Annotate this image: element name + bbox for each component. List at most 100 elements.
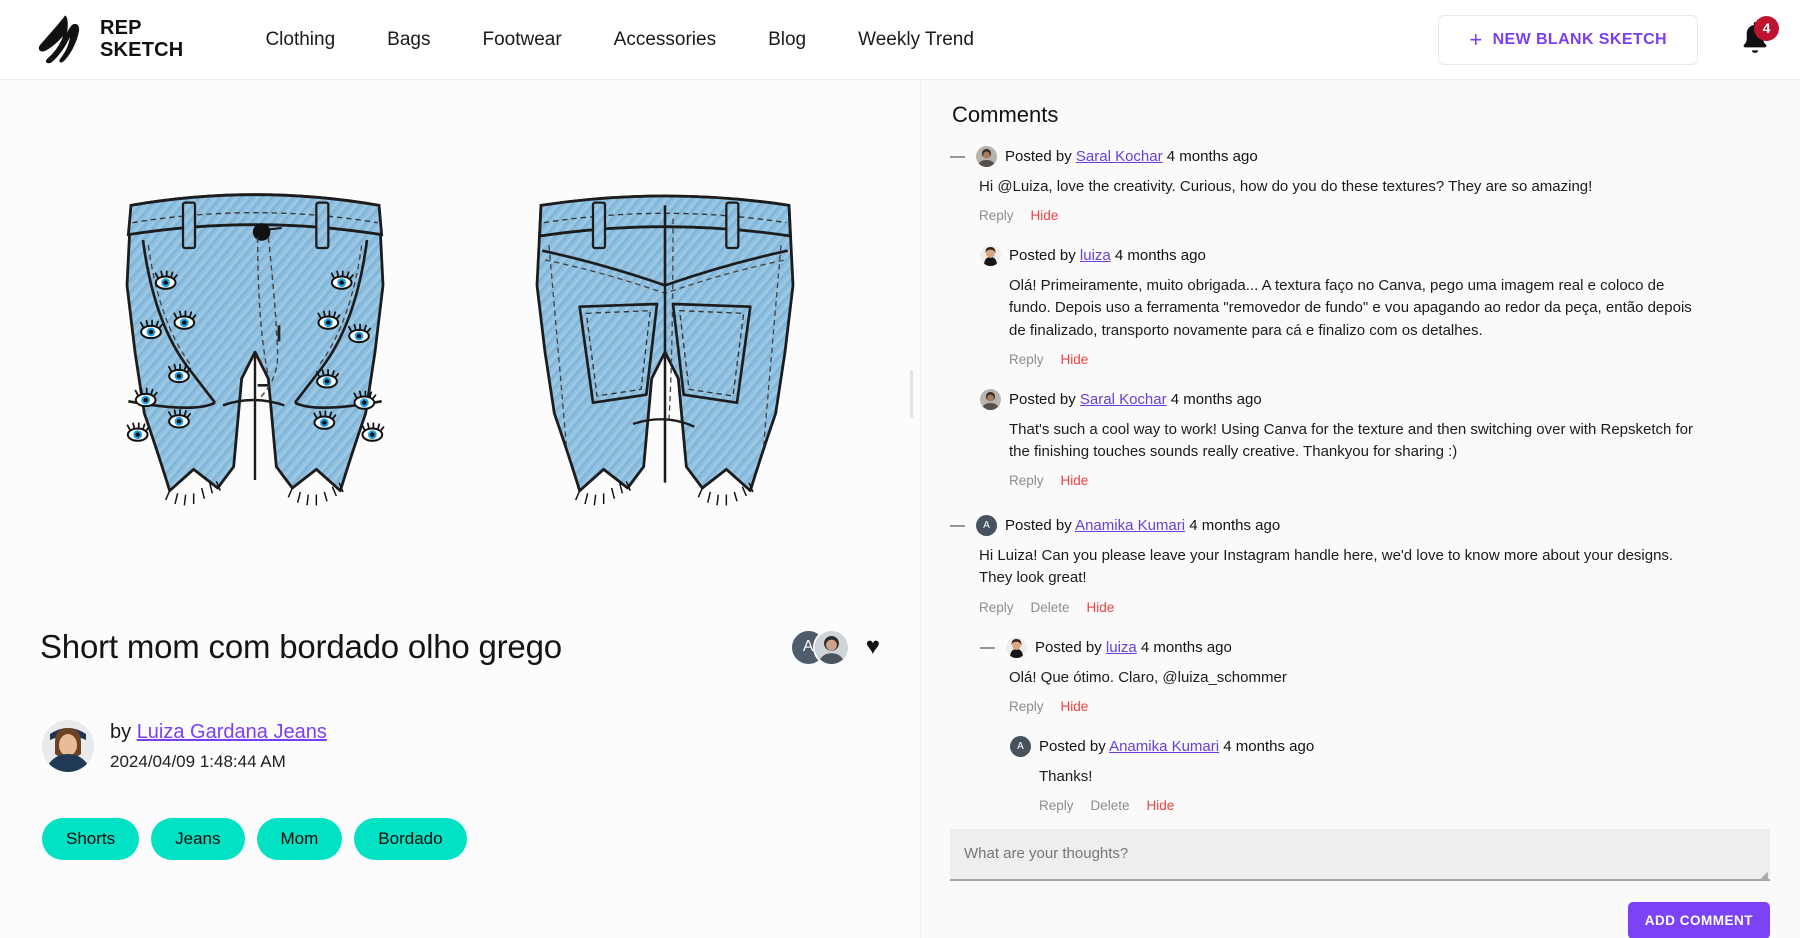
collapse-toggle-icon[interactable]: —	[950, 518, 966, 533]
top-header: REP SKETCH Clothing Bags Footwear Access…	[0, 0, 1800, 80]
comment-meta: Posted by Saral Kochar 4 months ago	[1005, 148, 1258, 165]
new-blank-sketch-button[interactable]: + NEW BLANK SKETCH	[1438, 14, 1698, 65]
scroll-indicator[interactable]	[910, 370, 913, 418]
posted-by-label: Posted by	[1005, 148, 1072, 165]
hide-action[interactable]: Hide	[1061, 699, 1089, 714]
comment-header: — A Posted by Anamika Kumari 4 months ag…	[950, 515, 1770, 537]
tag-shorts[interactable]: Shorts	[42, 818, 140, 860]
add-comment-button[interactable]: ADD COMMENT	[1627, 901, 1770, 938]
comment-header: Posted by Saral Kochar 4 months ago	[980, 388, 1770, 410]
comment-actions: Reply Hide	[1009, 352, 1770, 367]
comments-heading: Comments	[952, 102, 1059, 127]
reply-action[interactable]: Reply	[1009, 699, 1044, 714]
comment-time: 4 months ago	[1140, 638, 1232, 656]
nav-item-weekly-trend[interactable]: Weekly Trend	[832, 21, 1000, 59]
author-info: by Luiza Gardana Jeans 2024/04/09 1:48:4…	[110, 721, 327, 772]
tag-list: Shorts Jeans Mom Bordado	[0, 818, 920, 860]
comment-time: 4 months ago	[1166, 148, 1258, 165]
commenter-avatar	[980, 388, 1001, 410]
comment-input[interactable]	[950, 828, 1770, 881]
sketch-title-row: Short mom com bordado olho grego A ♥	[0, 628, 920, 666]
commenter-avatar	[1006, 636, 1027, 658]
title-actions: A ♥	[789, 628, 880, 666]
nav-item-clothing[interactable]: Clothing	[239, 21, 361, 59]
comment-item: Posted by Saral Kochar 4 months ago That…	[980, 388, 1770, 488]
commenter-name-link[interactable]: Anamika Kumari	[1109, 738, 1219, 755]
new-blank-sketch-label: NEW BLANK SKETCH	[1492, 30, 1667, 48]
comment-text: Hi Luiza! Can you please leave your Inst…	[979, 547, 1674, 587]
by-label: by	[110, 720, 132, 743]
comment-item: — Posted by luiza 4 months ago Olá! Que …	[980, 636, 1770, 813]
collapse-toggle-icon[interactable]: —	[980, 640, 996, 655]
comment-text: That's such a cool way to work! Using Ca…	[1009, 420, 1694, 460]
brand-logo[interactable]: REP SKETCH	[34, 15, 183, 65]
author-name-link[interactable]: Luiza Gardana Jeans	[137, 721, 327, 743]
sketch-preview[interactable]	[0, 80, 920, 620]
notifications-button[interactable]: 4	[1738, 15, 1779, 58]
resize-grip-icon[interactable]: ◢	[1760, 870, 1768, 881]
commenter-avatar	[980, 245, 1001, 267]
reply-action[interactable]: Reply	[1009, 473, 1044, 488]
nav-item-blog[interactable]: Blog	[742, 21, 832, 59]
notification-badge: 4	[1754, 15, 1779, 41]
comment-time: 4 months ago	[1170, 390, 1262, 408]
author-byline: by Luiza Gardana Jeans	[110, 721, 327, 744]
pane-divider	[920, 80, 921, 938]
comment-header: — Posted by Saral Kochar 4 months ago	[950, 146, 1770, 167]
reply-action[interactable]: Reply	[979, 600, 1014, 615]
commenter-name-link[interactable]: Saral Kochar	[1076, 148, 1163, 165]
commenter-name-link[interactable]: Anamika Kumari	[1075, 517, 1185, 534]
reply-action[interactable]: Reply	[979, 208, 1014, 223]
posted-by-label: Posted by	[1039, 737, 1106, 755]
nav-item-accessories[interactable]: Accessories	[588, 21, 742, 59]
tag-jeans[interactable]: Jeans	[151, 818, 245, 860]
sketch-back-view-image	[535, 194, 795, 506]
main-nav: Clothing Bags Footwear Accessories Blog …	[239, 21, 1000, 59]
commenter-name-link[interactable]: luiza	[1080, 247, 1111, 264]
reply-action[interactable]: Reply	[1039, 798, 1074, 813]
comment-actions: Reply Delete Hide	[979, 600, 1770, 615]
hide-action[interactable]: Hide	[1031, 208, 1059, 223]
hide-action[interactable]: Hide	[1087, 600, 1115, 615]
comment-item: A Posted by Anamika Kumari 4 months ago …	[1010, 735, 1770, 813]
commenter-name-link[interactable]: luiza	[1106, 639, 1137, 656]
comment-time: 4 months ago	[1189, 517, 1281, 535]
hide-action[interactable]: Hide	[1061, 473, 1089, 488]
collapse-toggle-icon[interactable]: —	[950, 149, 966, 164]
nav-item-bags[interactable]: Bags	[361, 21, 456, 59]
comment-meta: Posted by luiza 4 months ago	[1035, 639, 1232, 656]
author-row: by Luiza Gardana Jeans 2024/04/09 1:48:4…	[0, 720, 920, 772]
comment-meta: Posted by Anamika Kumari 4 months ago	[1005, 517, 1280, 534]
comment-item: — Posted by Saral Kochar 4 months ago Hi…	[950, 146, 1770, 488]
comment-item: Posted by luiza 4 months ago Olá! Primei…	[980, 245, 1770, 367]
like-heart-icon[interactable]: ♥	[866, 635, 880, 659]
sketch-pane: Short mom com bordado olho grego A ♥ by …	[0, 80, 920, 938]
comment-actions: Reply Delete Hide	[1039, 798, 1770, 813]
nav-item-footwear[interactable]: Footwear	[456, 21, 587, 59]
comment-replies: Posted by luiza 4 months ago Olá! Primei…	[980, 245, 1770, 488]
commenter-avatar	[976, 146, 997, 167]
hide-action[interactable]: Hide	[1147, 798, 1175, 813]
delete-action[interactable]: Delete	[1091, 798, 1130, 813]
brand-line-2: SKETCH	[100, 38, 184, 61]
comment-header: — Posted by luiza 4 months ago	[980, 636, 1770, 658]
viewer-avatar-stack[interactable]: A	[789, 628, 850, 666]
reply-action[interactable]: Reply	[1009, 352, 1044, 367]
header-actions: + NEW BLANK SKETCH 4	[1438, 14, 1779, 65]
main-content: Short mom com bordado olho grego A ♥ by …	[0, 80, 1800, 938]
comment-meta: Posted by Saral Kochar 4 months ago	[1009, 391, 1262, 408]
comment-time: 4 months ago	[1114, 247, 1206, 265]
commenter-name-link[interactable]: Saral Kochar	[1080, 391, 1167, 408]
comments-pane: Comments — Posted by Saral Kochar 4 mont…	[920, 80, 1800, 938]
comment-item: — A Posted by Anamika Kumari 4 months ag…	[950, 515, 1770, 813]
posted-by-label: Posted by	[1005, 517, 1072, 535]
comment-actions: Reply Hide	[1009, 473, 1770, 488]
tag-mom[interactable]: Mom	[256, 818, 343, 860]
sketch-date: 2024/04/09 1:48:44 AM	[110, 751, 286, 771]
delete-action[interactable]: Delete	[1031, 600, 1070, 615]
comment-header: A Posted by Anamika Kumari 4 months ago	[1010, 735, 1770, 757]
hide-action[interactable]: Hide	[1061, 352, 1089, 367]
comment-text: Hi @Luiza, love the creativity. Curious,…	[979, 178, 1593, 195]
tag-bordado[interactable]: Bordado	[354, 818, 467, 860]
comment-composer: ◢ ADD COMMENT	[950, 828, 1770, 938]
